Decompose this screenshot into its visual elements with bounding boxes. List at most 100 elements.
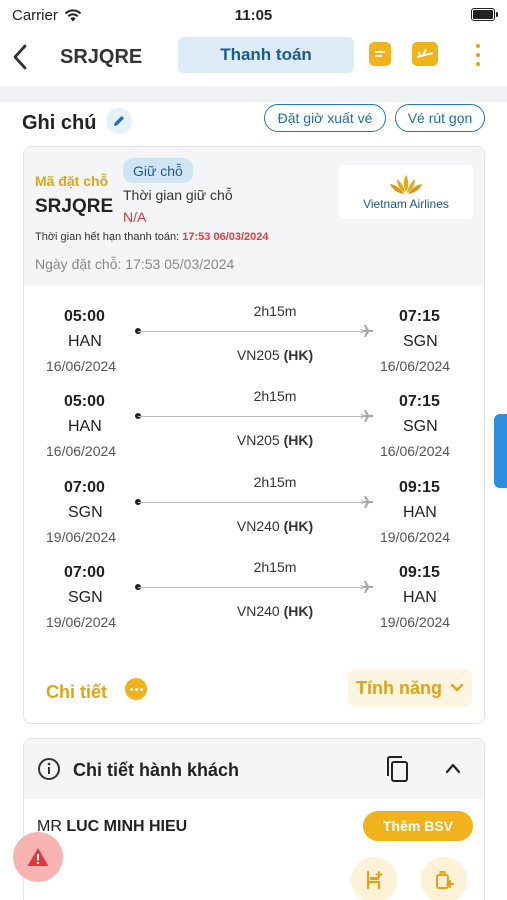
pencil-icon [114, 116, 124, 126]
note-button[interactable] [369, 42, 391, 66]
arrival-time: 09:15 [399, 479, 440, 496]
booking-class: (HK) [283, 603, 314, 619]
note-label: Ghi chú [22, 112, 97, 134]
flight-button[interactable] [412, 42, 438, 66]
booking-summary: Mã đặt chỗ SRJQRE Giữ chỗ Thời gian giữ … [24, 147, 484, 286]
chevron-down-icon [450, 683, 464, 692]
carrier-info: Carrier [12, 7, 82, 24]
booking-card: Mã đặt chỗ SRJQRE Giữ chỗ Thời gian giữ … [23, 146, 485, 724]
more-options-icon[interactable] [470, 42, 486, 68]
flight-duration: 2h15m [253, 474, 297, 490]
flight-duration: 2h15m [253, 388, 297, 404]
booking-date: Ngày đặt chỗ: 17:53 05/03/2024 [35, 256, 235, 272]
departure-airport: SGN [68, 504, 103, 521]
departure-time: 07:00 [64, 564, 105, 581]
airplane-icon [361, 410, 373, 422]
passenger-full-name: LUC MINH HIEU [66, 818, 188, 835]
arrival-time: 07:15 [399, 308, 440, 325]
booking-class: (HK) [283, 518, 314, 534]
route-line [138, 416, 372, 417]
flight-segment[interactable]: 07:00 SGN 19/06/2024 2h15m VN240 (HK) 09:15 HA… [24, 542, 484, 630]
booking-class: (HK) [283, 347, 314, 363]
passenger-section-title: Chi tiết hành khách [73, 760, 240, 780]
expiry-value: 17:53 06/03/2024 [182, 231, 269, 243]
route-line [138, 331, 372, 332]
departure-time: 05:00 [64, 393, 105, 410]
features-label: Tính năng [356, 677, 442, 698]
short-ticket-button[interactable]: Vé rút gọn [395, 104, 485, 132]
more-dots-icon[interactable] [125, 678, 147, 700]
flight-code: VN205 [236, 347, 280, 363]
seat-icon [366, 870, 383, 890]
carrier-name: Carrier [12, 6, 58, 24]
features-button[interactable]: Tính năng [348, 669, 472, 707]
tab-payment[interactable]: Thanh toán [178, 37, 354, 73]
passenger-name: MR LUC MINH HIEU [37, 818, 187, 836]
page-title: SRJQRE [60, 46, 143, 68]
hold-time-label: Thời gian giữ chỗ [123, 187, 233, 203]
flight-segment[interactable]: 05:00 HAN 16/06/2024 2h15m VN205 (HK) 07:15 SG… [24, 371, 484, 459]
flight-number: VN205 (HK) [208, 347, 342, 363]
info-icon [38, 758, 60, 780]
flight-number: VN240 (HK) [208, 518, 342, 534]
airplane-icon [361, 496, 373, 508]
detail-link[interactable]: Chi tiết [46, 682, 107, 703]
route-line [138, 587, 372, 588]
passenger-header[interactable]: Chi tiết hành khách [24, 739, 484, 799]
flight-code: VN240 [236, 603, 280, 619]
flight-segment[interactable]: 05:00 HAN 16/06/2024 2h15m VN205 (HK) 07:15 SG… [24, 286, 484, 374]
expiry-label: Thời gian hết hạn thanh toán: [35, 231, 180, 243]
battery-icon [471, 8, 498, 21]
chevron-up-icon[interactable] [444, 761, 462, 775]
baggage-button[interactable] [421, 857, 467, 900]
arrival-airport: SGN [403, 333, 438, 350]
flight-duration: 2h15m [253, 559, 297, 575]
pnr-label: Mã đặt chỗ [35, 173, 109, 189]
departure-airport: HAN [68, 333, 102, 350]
airline-name: Vietnam Airlines [363, 197, 449, 211]
route-line [138, 502, 372, 503]
flight-segment[interactable]: 07:00 SGN 19/06/2024 2h15m VN240 (HK) 09:15 HA… [24, 457, 484, 545]
arrival-date: 19/06/2024 [380, 614, 451, 630]
status-badge: Giữ chỗ [123, 158, 193, 183]
seat-select-button[interactable] [351, 857, 397, 900]
app-header: SRJQRE Thanh toán [0, 30, 507, 86]
edit-note-button[interactable] [106, 108, 132, 134]
flight-duration: 2h15m [253, 303, 297, 319]
airplane-icon [361, 325, 373, 337]
set-ticket-time-button[interactable]: Đặt giờ xuất vé [264, 104, 386, 132]
passenger-section: Chi tiết hành khách MR LUC MINH HIEU Thê… [23, 738, 485, 900]
departure-airport: HAN [68, 418, 102, 435]
hold-time-value: N/A [123, 209, 147, 225]
airline-logo: Vietnam Airlines [339, 165, 473, 219]
back-button[interactable] [12, 42, 34, 72]
arrival-airport: HAN [403, 589, 437, 606]
airplane-icon [417, 49, 433, 58]
booking-class: (HK) [283, 432, 314, 448]
departure-date: 19/06/2024 [46, 614, 117, 630]
chevron-left-icon [13, 44, 27, 70]
note-icon [375, 51, 385, 57]
flight-code: VN240 [236, 518, 280, 534]
flight-number: VN240 (HK) [208, 603, 342, 619]
lotus-icon [390, 175, 422, 194]
side-drawer-handle[interactable] [494, 414, 507, 488]
status-bar: Carrier 11:05 [0, 0, 507, 30]
arrival-airport: SGN [403, 418, 438, 435]
luggage-icon [436, 871, 454, 889]
arrival-time: 07:15 [399, 393, 440, 410]
warning-icon [27, 848, 49, 866]
add-bsv-button[interactable]: Thêm BSV [363, 811, 473, 841]
arrival-time: 09:15 [399, 564, 440, 581]
departure-airport: SGN [68, 589, 103, 606]
report-warning-button[interactable] [13, 832, 63, 882]
header-divider [0, 86, 507, 102]
flight-number: VN205 (HK) [208, 432, 342, 448]
airplane-icon [361, 581, 373, 593]
payment-expiry: Thời gian hết hạn thanh toán: 17:53 06/0… [35, 231, 269, 243]
departure-time: 07:00 [64, 479, 105, 496]
flight-code: VN205 [236, 432, 280, 448]
wifi-icon [64, 8, 82, 21]
copy-icon[interactable] [384, 755, 410, 783]
arrival-airport: HAN [403, 504, 437, 521]
